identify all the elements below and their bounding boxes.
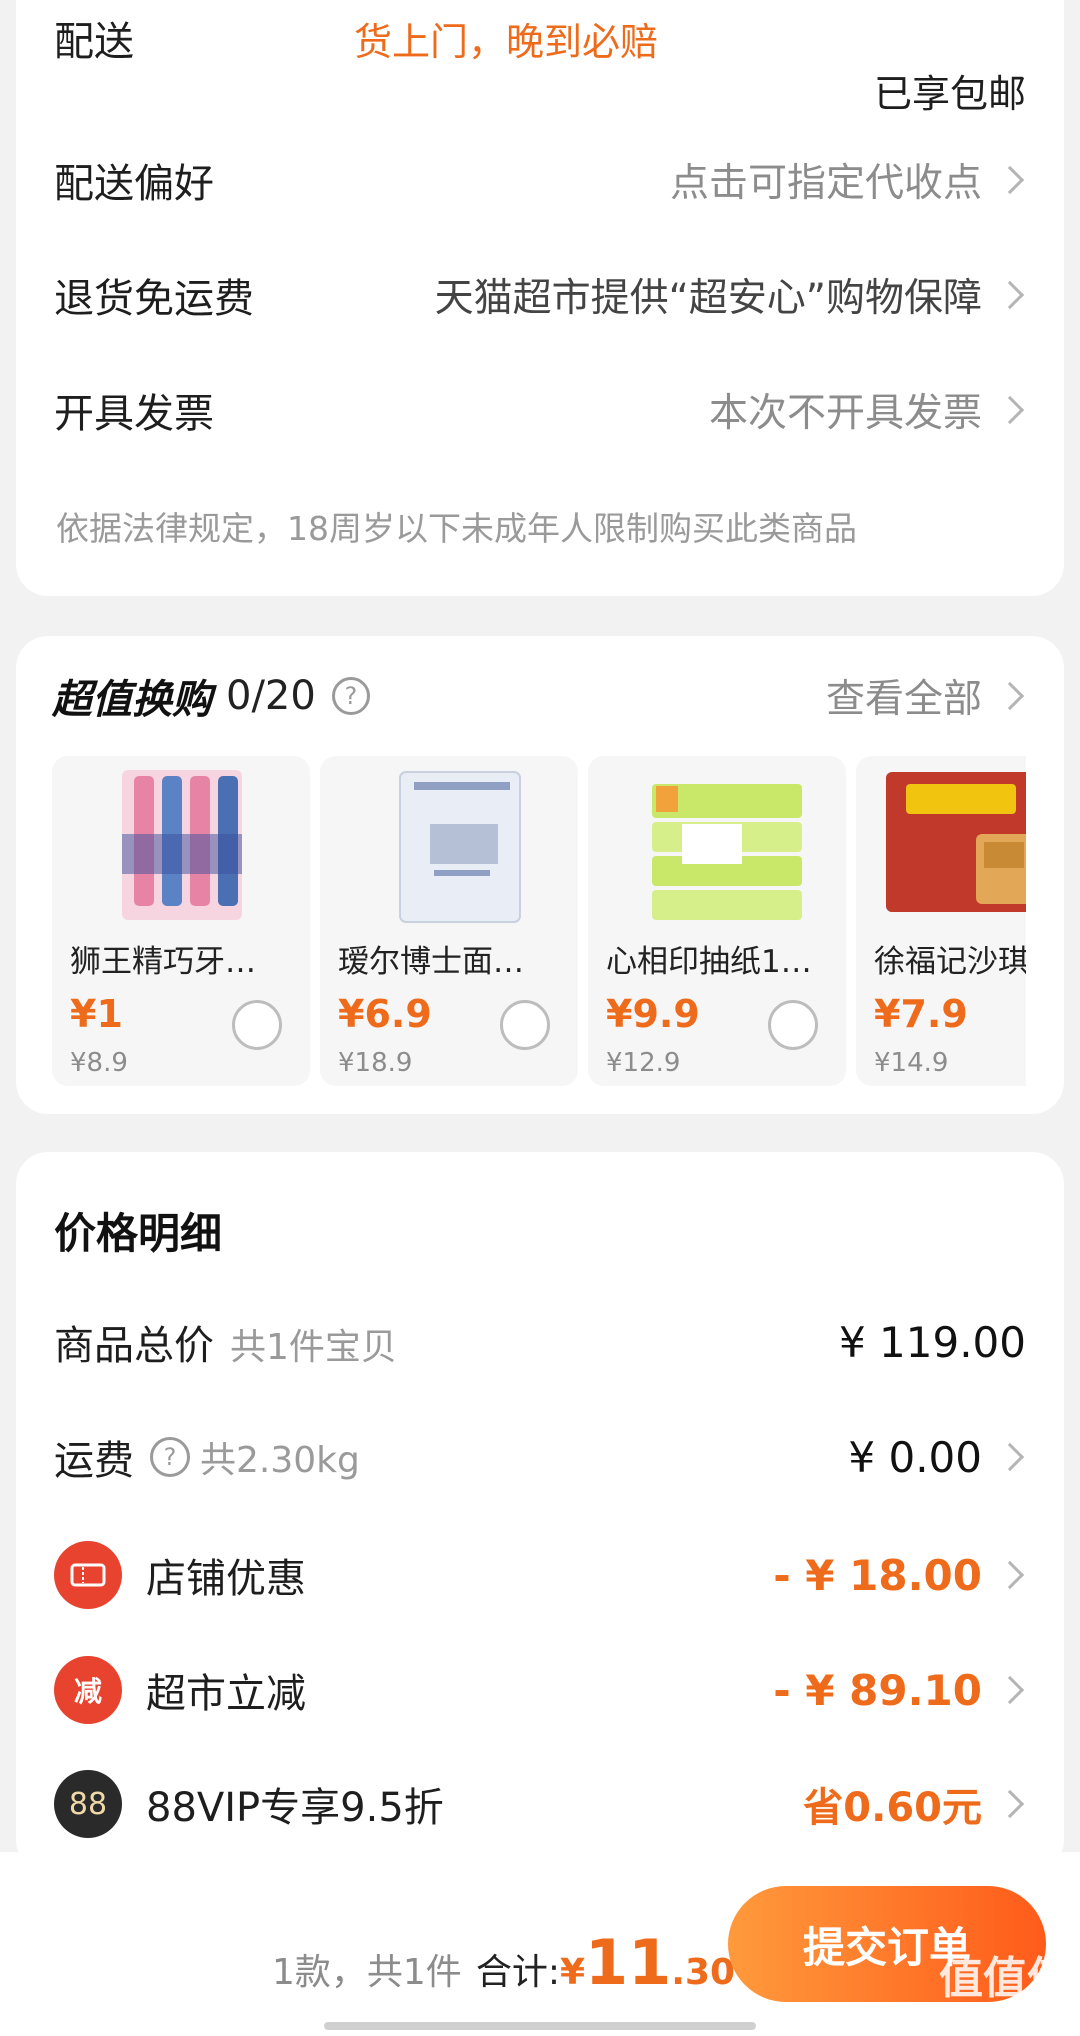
swap-title: 超值换购 xyxy=(52,677,212,723)
swap-item-original-price: ¥18.9 xyxy=(338,1048,413,1078)
toothbrush-product-image xyxy=(122,770,242,920)
chevron-right-icon xyxy=(995,280,1025,310)
shipping-value: ¥ 0.00 xyxy=(848,1432,982,1482)
shipping-label: 运费 xyxy=(54,1438,134,1484)
discount-row-vip[interactable]: 88 88VIP专享9.5折 省0.60元 xyxy=(54,1766,1026,1842)
free-shipping-row: 已享包邮 xyxy=(54,60,1026,120)
swap-item-name: 瑷尔博士面… xyxy=(338,944,524,980)
chevron-right-icon xyxy=(995,1675,1025,1705)
option-value: 天猫超市提供“超安心”购物保障 xyxy=(434,276,982,321)
goods-total-sub: 共1件宝贝 xyxy=(230,1327,397,1368)
face-mask-product-image xyxy=(399,771,521,923)
swap-item[interactable]: 瑷尔博士面… ¥6.9 ¥18.9 xyxy=(320,756,578,1086)
price-detail-card: 价格明细 商品总价 共1件宝贝 ¥ 119.00 运费 ? 共2.30kg ¥ … xyxy=(16,1152,1064,1872)
option-free-return[interactable]: 退货免运费 天猫超市提供“超安心”购物保障 xyxy=(54,265,1026,325)
option-label: 开具发票 xyxy=(54,391,214,437)
goods-total-value: ¥ 119.00 xyxy=(838,1317,1026,1367)
select-radio[interactable] xyxy=(232,1000,282,1050)
option-value: 点击可指定代收点 xyxy=(669,161,982,206)
option-label: 配送偏好 xyxy=(54,161,214,207)
goods-total-row: 商品总价 共1件宝贝 ¥ 119.00 xyxy=(54,1312,1026,1372)
chevron-right-icon xyxy=(995,1560,1025,1590)
swap-item-original-price: ¥14.9 xyxy=(874,1048,949,1078)
question-icon[interactable]: ? xyxy=(331,677,370,715)
discount-row-market[interactable]: 减 超市立减 - ¥ 89.10 xyxy=(54,1652,1026,1728)
chevron-right-icon xyxy=(995,165,1025,195)
total-currency: ¥ xyxy=(559,1952,586,1993)
swap-item-price: ¥1 xyxy=(70,992,123,1036)
vip-icon-text: 88 xyxy=(68,1786,108,1822)
swap-item-name: 狮王精巧牙… xyxy=(70,944,256,980)
chevron-right-icon xyxy=(995,1789,1025,1819)
price-detail-title: 价格明细 xyxy=(54,1209,223,1258)
discount-value: 省0.60元 xyxy=(803,1785,982,1831)
shipping-weight: 共2.30kg xyxy=(200,1440,360,1481)
option-label: 退货免运费 xyxy=(54,276,254,322)
discount-value: - ¥ 89.10 xyxy=(773,1665,982,1715)
swap-item-clip: 徐福记沙琪 ¥7.9 ¥14.9 xyxy=(856,756,1026,1086)
home-indicator xyxy=(324,2022,756,2030)
chevron-right-icon xyxy=(995,681,1025,711)
discount-label: 店铺优惠 xyxy=(146,1556,306,1602)
legal-notice: 依据法律规定，18周岁以下未成年人限制购买此类商品 xyxy=(56,509,857,548)
watermark: 值值值 zhizhizhi.com xyxy=(930,1942,1080,2025)
total-decimal: .30 xyxy=(671,1952,736,1993)
chevron-right-icon xyxy=(995,395,1025,425)
total-label: 合计: xyxy=(475,1952,560,1993)
delivery-card: 配送 货上门，晚到必赔 已享包邮 配送偏好 点击可指定代收点 退货免运费 天猫超… xyxy=(16,0,1064,596)
swap-item-name: 心相印抽纸1… xyxy=(606,944,812,980)
select-radio[interactable] xyxy=(500,1000,550,1050)
reduce-icon-text: 减 xyxy=(73,1675,102,1708)
question-icon[interactable]: ? xyxy=(150,1437,190,1477)
swap-item[interactable]: 心相印抽纸1… ¥9.9 ¥12.9 xyxy=(588,756,846,1086)
option-delivery-preference[interactable]: 配送偏好 点击可指定代收点 xyxy=(54,150,1026,210)
delivery-promo: 货上门，晚到必赔 xyxy=(354,19,659,64)
order-summary: 1款，共1件 合计: ¥ 11 .30 xyxy=(272,1926,735,1999)
order-count: 1款，共1件 xyxy=(272,1952,462,1993)
view-all-label: 查看全部 xyxy=(825,677,982,722)
swap-card: 超值换购 0/20 ? 查看全部 狮王精巧牙… ¥1 ¥8.9 瑷尔博士面… ¥… xyxy=(16,636,1064,1114)
snack-product-image xyxy=(886,772,1026,912)
checkout-bar: 1款，共1件 合计: ¥ 11 .30 提交订单 值值值 zhizhizhi.c… xyxy=(0,1852,1080,2036)
watermark-url: zhizhizhi.com xyxy=(950,2006,1060,2025)
discount-row-store[interactable]: 店铺优惠 - ¥ 18.00 xyxy=(54,1537,1026,1613)
swap-item-original-price: ¥8.9 xyxy=(70,1048,128,1078)
discount-label: 88VIP专享9.5折 xyxy=(146,1785,444,1831)
watermark-text: 值值值 xyxy=(939,1953,1071,2004)
select-radio[interactable] xyxy=(768,1000,818,1050)
free-shipping-text: 已享包邮 xyxy=(873,71,1026,116)
view-all-link[interactable]: 查看全部 xyxy=(826,668,1026,724)
option-invoice[interactable]: 开具发票 本次不开具发票 xyxy=(54,380,1026,440)
total-integer: 11 xyxy=(585,1926,672,1999)
delivery-row: 配送 货上门，晚到必赔 xyxy=(54,8,1026,68)
reduce-icon: 减 xyxy=(54,1656,122,1724)
coupon-icon xyxy=(54,1541,122,1609)
goods-total-label: 商品总价 xyxy=(54,1323,214,1369)
discount-label: 超市立减 xyxy=(146,1671,306,1717)
swap-item-price: ¥6.9 xyxy=(338,992,432,1036)
swap-item[interactable]: 徐福记沙琪 ¥7.9 ¥14.9 xyxy=(856,756,1026,1086)
swap-item-name: 徐福记沙琪 xyxy=(874,944,1026,980)
swap-item[interactable]: 狮王精巧牙… ¥1 ¥8.9 xyxy=(52,756,310,1086)
swap-item-price: ¥7.9 xyxy=(874,992,968,1036)
swap-count: 0/20 xyxy=(226,673,316,719)
discount-value: - ¥ 18.00 xyxy=(773,1550,982,1600)
option-value: 本次不开具发票 xyxy=(708,391,982,436)
vip-88-icon: 88 xyxy=(54,1770,122,1838)
shipping-row[interactable]: 运费 ? 共2.30kg ¥ 0.00 xyxy=(54,1427,1026,1487)
tissue-product-image xyxy=(652,784,802,920)
swap-item-original-price: ¥12.9 xyxy=(606,1048,681,1078)
delivery-label: 配送 xyxy=(54,19,134,65)
swap-header: 超值换购 0/20 ? 查看全部 xyxy=(52,666,1026,726)
chevron-right-icon xyxy=(995,1442,1025,1472)
swap-item-price: ¥9.9 xyxy=(606,992,700,1036)
